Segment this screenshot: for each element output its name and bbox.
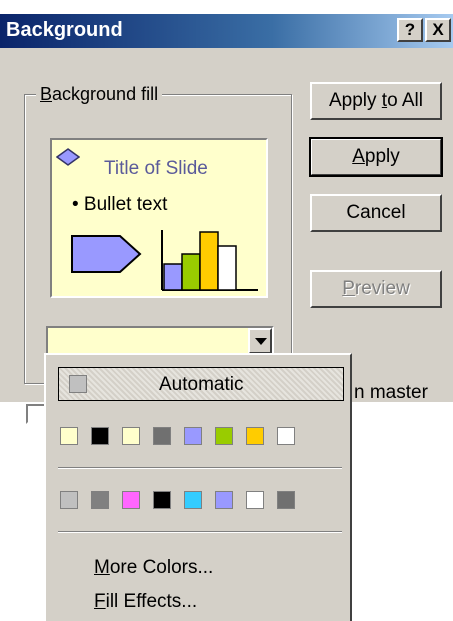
color-swatch[interactable]	[91, 427, 109, 445]
fill-color-combo[interactable]	[46, 326, 274, 356]
automatic-label: Automatic	[159, 374, 244, 395]
automatic-option[interactable]: Automatic	[58, 367, 344, 401]
help-button[interactable]: ?	[397, 18, 423, 42]
color-swatch[interactable]	[184, 427, 202, 445]
background-fill-label: Background fill	[36, 84, 163, 105]
preview-button[interactable]: Preview	[310, 270, 442, 308]
scheme-colors-row	[60, 491, 308, 509]
color-swatch[interactable]	[91, 491, 109, 509]
bar-chart-icon	[161, 230, 258, 291]
omit-master-checkbox[interactable]	[26, 404, 46, 424]
color-swatch[interactable]	[215, 427, 233, 445]
color-swatch[interactable]	[277, 491, 295, 509]
close-button[interactable]: X	[425, 18, 451, 42]
color-swatch[interactable]	[277, 427, 295, 445]
color-swatch[interactable]	[122, 427, 140, 445]
recent-colors-row	[60, 427, 308, 445]
chevron-down-icon[interactable]	[248, 328, 272, 354]
cancel-button[interactable]: Cancel	[310, 194, 442, 232]
color-swatch[interactable]	[246, 427, 264, 445]
color-swatch[interactable]	[60, 427, 78, 445]
color-swatch[interactable]	[215, 491, 233, 509]
title-bar[interactable]: Background ? X	[0, 14, 453, 48]
omit-master-label: n master	[354, 382, 428, 403]
dialog-title: Background	[6, 19, 123, 41]
color-swatch[interactable]	[60, 491, 78, 509]
color-dropdown-menu: Automatic More Colors... Fill Effects...	[44, 353, 352, 621]
color-swatch[interactable]	[246, 491, 264, 509]
menu-separator	[58, 531, 342, 533]
more-colors-item[interactable]: More Colors...	[94, 557, 213, 579]
background-dialog: Background ? X Background fill Title of …	[0, 14, 453, 424]
color-swatch[interactable]	[122, 491, 140, 509]
apply-to-all-button[interactable]: Apply to All	[310, 82, 442, 120]
color-swatch[interactable]	[153, 491, 171, 509]
preview-bullet-text: • Bullet text	[72, 194, 168, 215]
diamond-icon	[56, 148, 80, 166]
fill-effects-item[interactable]: Fill Effects...	[94, 591, 197, 613]
automatic-swatch	[69, 375, 87, 393]
menu-separator	[58, 467, 342, 469]
apply-button[interactable]: Apply	[309, 137, 443, 177]
color-swatch[interactable]	[184, 491, 202, 509]
slide-preview: Title of Slide • Bullet text	[50, 138, 268, 298]
arrow-shape-icon	[71, 235, 142, 273]
preview-slide-title: Title of Slide	[104, 158, 208, 179]
color-swatch[interactable]	[153, 427, 171, 445]
